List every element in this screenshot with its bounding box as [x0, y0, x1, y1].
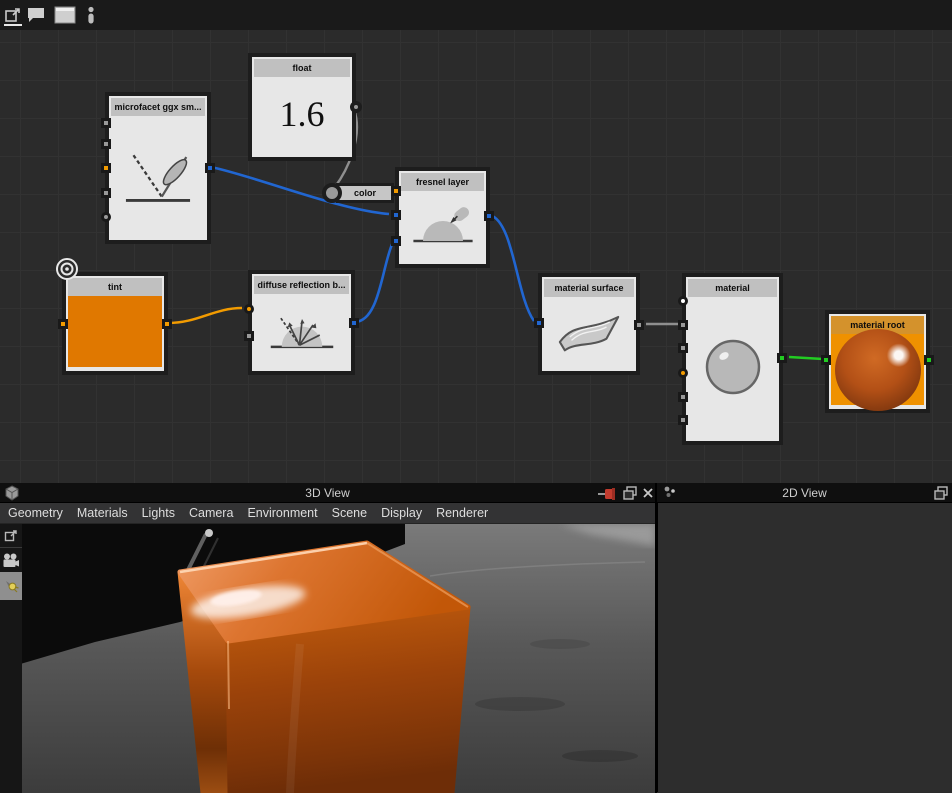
port-input[interactable] — [678, 296, 688, 306]
port-input-color[interactable] — [101, 163, 111, 173]
open-external-icon — [4, 529, 18, 543]
tint-color-swatch[interactable] — [68, 296, 162, 367]
menu-camera[interactable]: Camera — [189, 506, 233, 520]
menu-lights[interactable]: Lights — [142, 506, 175, 520]
port-input-color[interactable] — [58, 319, 68, 329]
node-material[interactable]: material — [682, 273, 783, 445]
color-pill-label: color — [354, 188, 376, 198]
color-pill-connector[interactable] — [322, 183, 342, 203]
specular-reflection-icon — [120, 142, 196, 208]
node-fresnel-layer[interactable]: fresnel layer — [395, 167, 490, 268]
port-input-material[interactable] — [821, 355, 831, 365]
port-output-surface[interactable] — [634, 320, 644, 330]
node-title: float — [254, 59, 350, 77]
color-pill[interactable]: color — [336, 183, 394, 203]
menu-geometry[interactable]: Geometry — [8, 506, 63, 520]
3d-view-menubar: Geometry Materials Lights Camera Environ… — [0, 503, 655, 524]
node-title: diffuse reflection b... — [254, 276, 349, 294]
port-output-bsdf[interactable] — [205, 163, 215, 173]
node-diffuse-reflection[interactable]: diffuse reflection b... — [248, 270, 355, 375]
node-title: fresnel layer — [401, 173, 484, 191]
port-output-material[interactable] — [924, 355, 934, 365]
node-material-surface[interactable]: material surface — [538, 273, 640, 375]
port-input[interactable] — [678, 415, 688, 425]
2d-viewport[interactable] — [657, 503, 952, 792]
popout-view-button[interactable] — [0, 524, 22, 548]
port-input[interactable] — [101, 188, 111, 198]
light-icon — [3, 578, 20, 595]
menu-scene[interactable]: Scene — [332, 506, 367, 520]
wire-fresnel-surface[interactable] — [490, 215, 534, 321]
diffuse-reflection-icon — [264, 304, 340, 356]
panel-title: 3D View — [0, 483, 655, 503]
port-input-surface[interactable] — [678, 320, 688, 330]
user-icon[interactable] — [86, 6, 96, 25]
open-external-icon[interactable] — [4, 6, 22, 24]
panel-3d-view: 3D View Geometry Materials Lights Camera… — [0, 483, 655, 793]
node-title: material — [688, 279, 777, 297]
float-value[interactable]: 1.6 — [280, 93, 325, 135]
port-output-float[interactable] — [350, 101, 362, 113]
active-tool-underline — [4, 24, 22, 26]
viewport-toolbar — [0, 524, 22, 793]
pin-icon[interactable] — [597, 485, 617, 501]
node-material-root[interactable]: material root — [825, 310, 930, 413]
menu-display[interactable]: Display — [381, 506, 422, 520]
port-input-color[interactable] — [678, 368, 688, 378]
menu-environment[interactable]: Environment — [247, 506, 317, 520]
node-microfacet-ggx[interactable]: microfacet ggx sm... — [105, 92, 211, 244]
node-title: microfacet ggx sm... — [111, 98, 205, 116]
panel-2d-view: 2D View — [657, 483, 952, 793]
float-window-icon[interactable] — [622, 485, 638, 501]
node-float[interactable]: float 1.6 — [248, 53, 356, 161]
target-rings-icon — [55, 257, 79, 281]
close-icon[interactable] — [641, 485, 655, 501]
movie-camera-icon — [2, 553, 20, 568]
port-input-color[interactable] — [244, 304, 254, 314]
node-title: material surface — [544, 279, 634, 297]
material-sphere-icon — [703, 337, 763, 397]
material-preview-sphere — [835, 329, 921, 411]
panel-3d-header[interactable]: 3D View — [0, 483, 655, 503]
port-input-ior[interactable] — [391, 186, 401, 196]
node-title: tint — [68, 278, 162, 296]
wire-diffuse-fresnel[interactable] — [355, 242, 393, 322]
port-input[interactable] — [678, 343, 688, 353]
fresnel-icon — [407, 200, 479, 250]
wire-tint-diffuse[interactable] — [168, 308, 242, 323]
menu-renderer[interactable]: Renderer — [436, 506, 488, 520]
panel-2d-header[interactable]: 2D View — [657, 483, 952, 503]
port-output-color[interactable] — [162, 319, 172, 329]
surface-sheet-icon — [551, 307, 627, 357]
orange-cube — [180, 543, 468, 793]
camera-button[interactable] — [0, 548, 22, 572]
3d-viewport[interactable] — [0, 524, 655, 793]
light-button-selected[interactable] — [0, 572, 22, 600]
menu-materials[interactable]: Materials — [77, 506, 128, 520]
panel-title: 2D View — [657, 483, 952, 503]
app-window: microfacet ggx sm... float 1.6 — [0, 0, 952, 793]
main-toolbar — [0, 0, 952, 30]
port-input-bsdf[interactable] — [534, 318, 544, 328]
node-graph-canvas[interactable]: microfacet ggx sm... float 1.6 — [0, 30, 952, 483]
port-input[interactable] — [244, 331, 254, 341]
3d-scene[interactable] — [0, 524, 655, 793]
port-input[interactable] — [678, 392, 688, 402]
comment-icon[interactable] — [26, 6, 46, 24]
port-input-base[interactable] — [391, 236, 401, 246]
window-icon[interactable] — [54, 6, 76, 24]
float-window-icon[interactable] — [933, 485, 949, 501]
port-input-value[interactable] — [101, 212, 111, 222]
port-output-material[interactable] — [777, 353, 787, 363]
node-tint[interactable]: tint — [62, 272, 168, 375]
port-output-bsdf[interactable] — [484, 211, 494, 221]
wire-material-root[interactable] — [789, 357, 823, 359]
port-output-bsdf[interactable] — [349, 318, 359, 328]
port-input[interactable] — [101, 118, 111, 128]
port-input[interactable] — [101, 139, 111, 149]
port-input-top[interactable] — [391, 210, 401, 220]
